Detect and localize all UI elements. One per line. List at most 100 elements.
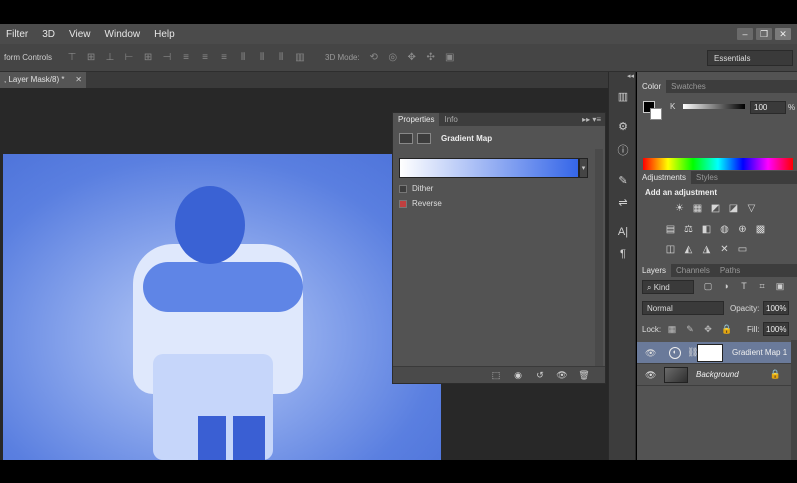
adjustments-icon[interactable]: ⚙ xyxy=(615,120,631,134)
align-hcenter-icon[interactable]: ⊞ xyxy=(142,52,154,64)
filter-smart-object-icon[interactable]: ▣ xyxy=(775,281,785,292)
menu-window[interactable]: Window xyxy=(105,29,141,40)
k-channel-value[interactable]: 100 xyxy=(750,101,786,114)
tab-properties[interactable]: Properties xyxy=(393,113,440,126)
color-spectrum[interactable] xyxy=(643,158,793,170)
exposure-icon[interactable]: ◪ xyxy=(728,203,739,214)
blend-mode-select[interactable]: Normal xyxy=(642,301,724,315)
tab-info[interactable]: Info xyxy=(439,113,462,126)
align-left-icon[interactable]: ⊢ xyxy=(123,52,135,64)
black-white-icon[interactable]: ◧ xyxy=(701,224,712,235)
histogram-icon[interactable]: ▥ xyxy=(615,90,631,104)
curves-icon[interactable]: ◩ xyxy=(710,203,721,214)
lock-all-icon[interactable]: 🔒 xyxy=(721,324,732,335)
selective-color-icon[interactable]: ▭ xyxy=(737,244,748,255)
tab-channels[interactable]: Channels xyxy=(671,264,715,277)
view-previous-icon[interactable]: ◉ xyxy=(511,370,525,381)
threshold-icon[interactable]: ◮ xyxy=(701,244,712,255)
info-icon[interactable]: ⓘ xyxy=(615,142,631,157)
levels-icon[interactable]: ▦ xyxy=(692,203,703,214)
3d-roll-icon[interactable]: ◎ xyxy=(387,52,399,64)
color-balance-icon[interactable]: ⚖ xyxy=(683,224,694,235)
align-vcenter-icon[interactable]: ⊞ xyxy=(85,52,97,64)
align-right-icon[interactable]: ⊣ xyxy=(161,52,173,64)
filter-adjustment-icon[interactable]: ◑ xyxy=(721,281,731,292)
tab-adjustments[interactable]: Adjustments xyxy=(637,171,692,184)
visibility-icon[interactable]: 👁 xyxy=(555,370,569,381)
layer-row-gradient-map[interactable]: 👁 ◐ ⛓ Gradient Map 1 xyxy=(637,342,797,364)
align-top-icon[interactable]: ⊤ xyxy=(66,52,78,64)
filter-pixel-icon[interactable]: ▢ xyxy=(703,281,713,292)
layers-scrollbar[interactable] xyxy=(791,340,797,460)
transform-controls-label[interactable]: form Controls xyxy=(4,53,52,62)
clip-to-layer-icon[interactable]: ⬚ xyxy=(489,370,503,381)
eye-icon[interactable]: 👁 xyxy=(645,348,656,359)
tab-layers[interactable]: Layers xyxy=(637,264,672,277)
filter-shape-icon[interactable]: ⌗ xyxy=(757,281,767,292)
tab-paths[interactable]: Paths xyxy=(715,264,745,277)
distribute-right-icon[interactable]: ⦀ xyxy=(275,52,287,64)
vibrance-icon[interactable]: ▽ xyxy=(746,203,757,214)
filter-type-icon[interactable]: T xyxy=(739,281,749,292)
layer-name[interactable]: Background xyxy=(696,370,739,379)
layer-mask-thumbnail[interactable] xyxy=(697,344,723,362)
opacity-input[interactable]: 100% xyxy=(763,301,789,315)
tab-swatches[interactable]: Swatches xyxy=(666,80,711,93)
distribute-hcenter-icon[interactable]: ⦀ xyxy=(256,52,268,64)
3d-rotate-icon[interactable]: ⟲ xyxy=(368,52,380,64)
character-icon[interactable]: A| xyxy=(615,226,631,240)
3d-scale-icon[interactable]: ▣ xyxy=(444,52,456,64)
minimize-button[interactable]: – xyxy=(737,28,753,40)
reverse-checkbox[interactable] xyxy=(399,199,407,208)
collapse-icon[interactable]: ◂◂ xyxy=(627,72,634,80)
menu-3d[interactable]: 3D xyxy=(42,29,55,40)
trash-icon[interactable]: 🗑 xyxy=(577,370,591,381)
channel-mixer-icon[interactable]: ⊕ xyxy=(737,224,748,235)
gradient-map-icon[interactable]: ✕ xyxy=(719,244,730,255)
reverse-checkbox-row[interactable]: Reverse xyxy=(399,199,442,208)
close-tab-icon[interactable]: ✕ xyxy=(75,75,82,84)
lock-transparent-icon[interactable]: ▦ xyxy=(667,324,677,335)
dither-checkbox[interactable] xyxy=(399,184,407,193)
lock-position-icon[interactable]: ✥ xyxy=(703,324,713,335)
workspace-select[interactable]: Essentials xyxy=(707,50,793,66)
brightness-icon[interactable]: ☀ xyxy=(674,203,685,214)
panel-menu-icon[interactable]: ▸▸ ▾≡ xyxy=(582,115,601,124)
menu-filter[interactable]: Filter xyxy=(6,29,28,40)
close-button[interactable]: ✕ xyxy=(775,28,791,40)
reset-icon[interactable]: ↺ xyxy=(533,370,547,381)
3d-slide-icon[interactable]: ✣ xyxy=(425,52,437,64)
layer-name[interactable]: Gradient Map 1 xyxy=(732,348,787,357)
gradient-preview[interactable] xyxy=(399,158,579,178)
distribute-bottom-icon[interactable]: ≡ xyxy=(218,52,230,64)
menu-help[interactable]: Help xyxy=(154,29,175,40)
gradient-dropdown-button[interactable]: ▾ xyxy=(579,158,588,178)
layer-filter-kind-select[interactable]: ⌕ Kind xyxy=(642,280,694,294)
auto-align-icon[interactable]: ▥ xyxy=(294,52,306,64)
invert-icon[interactable]: ◫ xyxy=(665,244,676,255)
posterize-icon[interactable]: ◭ xyxy=(683,244,694,255)
hue-saturation-icon[interactable]: ▤ xyxy=(665,224,676,235)
document-tab[interactable]: , Layer Mask/8) * ✕ xyxy=(0,72,86,88)
lock-image-icon[interactable]: ✎ xyxy=(685,324,695,335)
restore-button[interactable]: ❐ xyxy=(756,28,772,40)
brush-icon[interactable]: ✎ xyxy=(615,174,631,188)
menu-view[interactable]: View xyxy=(69,29,91,40)
background-color-swatch[interactable] xyxy=(650,108,662,120)
k-channel-slider[interactable] xyxy=(683,104,745,109)
sliders-icon[interactable]: ⇌ xyxy=(615,196,631,210)
tab-color[interactable]: Color xyxy=(637,80,667,93)
3d-pan-icon[interactable]: ✥ xyxy=(406,52,418,64)
properties-scrollbar[interactable] xyxy=(595,149,603,367)
layer-row-background[interactable]: 👁 Background 🔒 xyxy=(637,364,797,386)
photo-filter-icon[interactable]: ◍ xyxy=(719,224,730,235)
layer-mask-icon[interactable] xyxy=(417,133,431,144)
fill-input[interactable]: 100% xyxy=(763,322,789,336)
dither-checkbox-row[interactable]: Dither xyxy=(399,184,433,193)
eye-icon[interactable]: 👁 xyxy=(645,370,656,381)
distribute-top-icon[interactable]: ≡ xyxy=(180,52,192,64)
distribute-left-icon[interactable]: ⦀ xyxy=(237,52,249,64)
distribute-vcenter-icon[interactable]: ≡ xyxy=(199,52,211,64)
paragraph-icon[interactable]: ¶ xyxy=(615,248,631,262)
color-lookup-icon[interactable]: ▩ xyxy=(755,224,766,235)
